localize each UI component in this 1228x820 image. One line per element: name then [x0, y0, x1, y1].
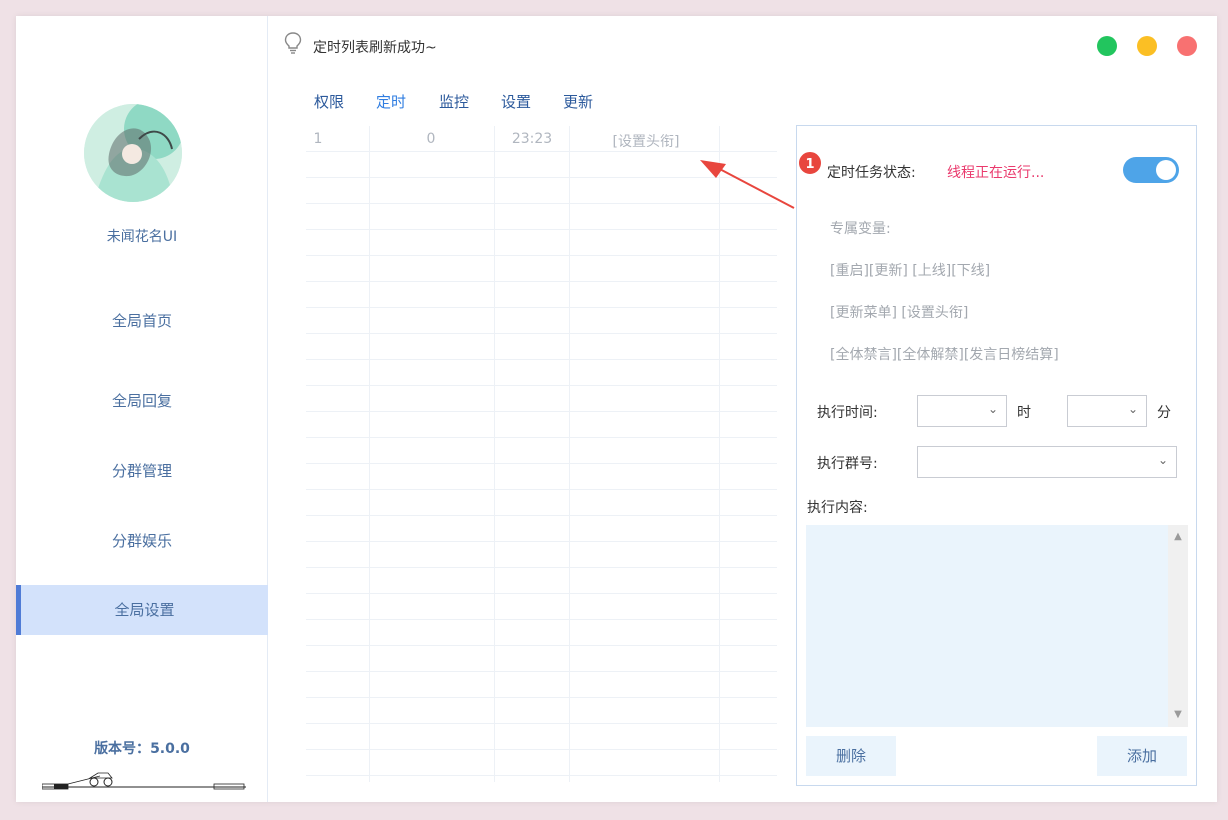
- hint-variables: 专属变量:: [830, 221, 891, 237]
- exec-time-label: 执行时间:: [817, 405, 878, 421]
- tab-permissions[interactable]: 权限: [314, 91, 344, 112]
- table-row[interactable]: [306, 282, 777, 308]
- exec-content-label: 执行内容:: [807, 500, 868, 516]
- hint-commands-3: [全体禁言][全体解禁][发言日榜结算]: [830, 347, 1059, 363]
- maximize-button[interactable]: [1097, 36, 1117, 56]
- version-label: 版本号：: [94, 741, 151, 757]
- add-button[interactable]: 添加: [1097, 736, 1187, 776]
- table-row[interactable]: [306, 672, 777, 698]
- sidebar: 未闻花名UI 全局首页 全局回复 分群管理 分群娱乐 全局设置 版本号：5.0.…: [16, 16, 268, 802]
- table-row[interactable]: [306, 516, 777, 542]
- table-cell-index[interactable]: 1: [306, 131, 330, 147]
- tab-update[interactable]: 更新: [563, 91, 593, 112]
- topbar: 定时列表刷新成功~: [268, 16, 1217, 76]
- scroll-down-icon[interactable]: ▼: [1172, 709, 1184, 721]
- hint-commands-1: [重启][更新] [上线][下线]: [830, 263, 991, 279]
- table-row[interactable]: [306, 386, 777, 412]
- version-number: 5.0.0: [150, 741, 190, 757]
- chevron-down-icon: ⌄: [1127, 402, 1138, 416]
- minute-unit: 分: [1157, 405, 1171, 421]
- tab-monitor[interactable]: 监控: [439, 91, 469, 112]
- lightbulb-icon: [284, 32, 302, 54]
- content-textarea[interactable]: ▲ ▼: [806, 525, 1188, 727]
- chevron-down-icon: ⌄: [1157, 453, 1168, 467]
- table-row[interactable]: [306, 724, 777, 750]
- table-row[interactable]: [306, 334, 777, 360]
- table-cell-content[interactable]: [设置头衔]: [596, 131, 696, 151]
- nav-item-group-manage[interactable]: 分群管理: [16, 446, 268, 496]
- scrollbar[interactable]: ▲ ▼: [1168, 525, 1188, 727]
- nav-item-group-fun[interactable]: 分群娱乐: [16, 516, 268, 566]
- table-row[interactable]: [306, 464, 777, 490]
- table-row[interactable]: [306, 308, 777, 334]
- scroll-up-icon[interactable]: ▲: [1172, 531, 1184, 543]
- table-cell-time[interactable]: 23:23: [502, 131, 562, 147]
- nav-item-home[interactable]: 全局首页: [16, 296, 268, 346]
- table-row[interactable]: [306, 412, 777, 438]
- minimize-button[interactable]: [1137, 36, 1157, 56]
- username: 未闻花名UI: [106, 229, 178, 245]
- hour-unit: 时: [1017, 405, 1031, 421]
- task-panel: 1 定时任务状态: 线程正在运行... 专属变量: [重启][更新] [上线][…: [796, 125, 1197, 786]
- version-info: 版本号：5.0.0: [16, 738, 268, 758]
- close-button[interactable]: [1177, 36, 1197, 56]
- table-row[interactable]: [306, 594, 777, 620]
- table-row[interactable]: [306, 750, 777, 776]
- table-cell-group[interactable]: 0: [406, 131, 456, 147]
- avatar[interactable]: [84, 104, 182, 202]
- tab-schedule[interactable]: 定时: [376, 91, 406, 112]
- task-status-label: 定时任务状态:: [827, 165, 916, 181]
- minute-select[interactable]: ⌄: [1067, 395, 1147, 427]
- tab-settings[interactable]: 设置: [501, 91, 531, 112]
- task-toggle[interactable]: [1123, 157, 1179, 183]
- table-row[interactable]: [306, 438, 777, 464]
- step-badge: 1: [797, 150, 823, 176]
- task-status-value: 线程正在运行...: [947, 165, 1045, 181]
- exec-group-label: 执行群号:: [817, 456, 878, 472]
- table-row[interactable]: [306, 620, 777, 646]
- table-row[interactable]: [306, 360, 777, 386]
- app-window: 未闻花名UI 全局首页 全局回复 分群管理 分群娱乐 全局设置 版本号：5.0.…: [16, 16, 1217, 802]
- table-row[interactable]: [306, 256, 777, 282]
- chevron-down-icon: ⌄: [987, 402, 998, 416]
- table-row[interactable]: [306, 698, 777, 724]
- ground-illustration: [42, 772, 246, 790]
- hint-commands-2: [更新菜单] [设置头衔]: [830, 305, 969, 321]
- table-row[interactable]: [306, 568, 777, 594]
- nav-item-settings[interactable]: 全局设置: [16, 585, 268, 635]
- delete-button[interactable]: 删除: [806, 736, 896, 776]
- table-row[interactable]: [306, 230, 777, 256]
- table-row[interactable]: [306, 542, 777, 568]
- table-row[interactable]: [306, 646, 777, 672]
- nav-item-reply[interactable]: 全局回复: [16, 376, 268, 426]
- toggle-knob: [1156, 160, 1176, 180]
- group-select[interactable]: ⌄: [917, 446, 1177, 478]
- hour-select[interactable]: ⌄: [917, 395, 1007, 427]
- status-message: 定时列表刷新成功~: [313, 40, 437, 56]
- table-row[interactable]: [306, 490, 777, 516]
